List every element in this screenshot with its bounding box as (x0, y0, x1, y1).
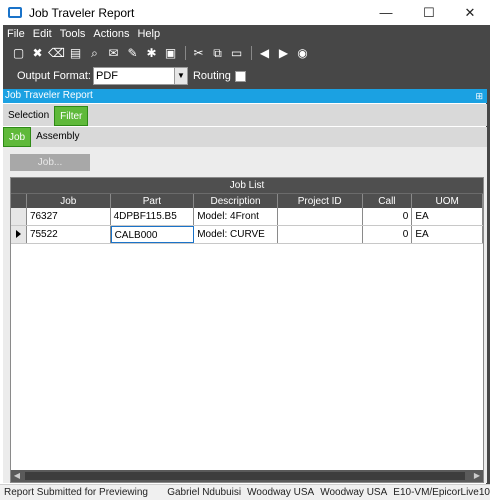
sub-tabs: Job Assembly (3, 127, 487, 147)
attach-icon[interactable]: ✎ (124, 45, 141, 61)
grid-caption: Job List (11, 178, 483, 193)
output-format-select[interactable]: PDF ▼ (92, 67, 188, 85)
routing-label: Routing (192, 70, 231, 82)
tab-assembly[interactable]: Assembly (31, 127, 84, 147)
panel-title: Job Traveler Report (5, 90, 93, 101)
row-selector[interactable] (11, 226, 27, 243)
output-format-label: Output Format: (17, 70, 91, 82)
print-preview-icon[interactable]: ⌕ (86, 45, 103, 61)
scrollbar-thumb[interactable] (25, 472, 465, 480)
copy-icon[interactable]: ⧉ (209, 45, 226, 61)
current-row-icon (16, 230, 21, 238)
panel-header: Job Traveler Report ⊞ (3, 89, 487, 103)
clear-icon[interactable]: ⌫ (48, 45, 65, 61)
status-site: Woodway USA (320, 487, 388, 498)
column-header-uom[interactable]: UOM (412, 194, 483, 208)
toolbar-separator (185, 46, 186, 60)
menu-bar: File Edit Tools Actions Help (3, 26, 164, 42)
routing-checkbox[interactable] (234, 70, 246, 82)
output-format-value: PDF (95, 70, 118, 82)
menu-tools[interactable]: Tools (56, 26, 90, 42)
delete-icon[interactable]: ✖ (29, 45, 46, 61)
cut-icon[interactable]: ✂ (190, 45, 207, 61)
cell-job[interactable]: 76327 (27, 208, 111, 225)
status-bar: Report Submitted for Previewing Gabriel … (0, 484, 490, 500)
pin-icon[interactable]: ⊞ (475, 89, 483, 103)
tab-filter[interactable]: Filter (54, 106, 89, 126)
cell-call[interactable]: 0 (363, 226, 413, 243)
cell-part[interactable]: 4DPBF115.B5 (111, 208, 195, 225)
scroll-right-icon[interactable]: ▶ (471, 470, 483, 482)
title-bar: Job Traveler Report — ☐ ✕ (0, 0, 490, 25)
screen-icon[interactable]: ▣ (162, 45, 179, 61)
job-list-grid: Job List Job Part Description Project ID… (10, 177, 484, 483)
print-icon[interactable]: ▤ (67, 45, 84, 61)
row-selector-header (11, 194, 27, 208)
column-header-call[interactable]: Call (363, 194, 413, 208)
cell-call[interactable]: 0 (363, 208, 413, 225)
grid-header: Job Part Description Project ID Call UOM (11, 193, 483, 208)
scroll-left-icon[interactable]: ◀ (11, 470, 23, 482)
window-title: Job Traveler Report (29, 5, 135, 20)
forward-icon[interactable]: ▶ (275, 45, 292, 61)
menu-file[interactable]: File (3, 26, 29, 42)
home-icon[interactable]: ◉ (294, 45, 311, 61)
tools-icon[interactable]: ✱ (143, 45, 160, 61)
table-row[interactable]: 76327 4DPBF115.B5 Model: 4Front 0 EA (11, 208, 483, 226)
toolbar-separator (251, 46, 252, 60)
paste-icon[interactable]: ▭ (228, 45, 245, 61)
close-button[interactable]: ✕ (450, 0, 490, 25)
cell-description[interactable]: Model: 4Front (194, 208, 278, 225)
status-company: Woodway USA (247, 487, 315, 498)
column-header-project-id[interactable]: Project ID (278, 194, 363, 208)
cell-part[interactable]: CALB000 (110, 226, 195, 243)
cell-description[interactable]: Model: CURVE (194, 226, 278, 243)
horizontal-scrollbar[interactable]: ◀ ▶ (11, 470, 483, 482)
minimize-button[interactable]: — (366, 0, 406, 25)
main-tabs: Selection Filter (3, 104, 487, 126)
row-selector[interactable] (11, 208, 27, 225)
toolbar: ▢ ✖ ⌫ ▤ ⌕ ✉ ✎ ✱ ▣ ✂ ⧉ ▭ ◀ ▶ ◉ (10, 44, 313, 62)
report-window: Job Traveler Report — ☐ ✕ File Edit Tool… (0, 0, 490, 500)
status-user: Gabriel Ndubuisi (167, 487, 242, 498)
tab-job[interactable]: Job (3, 127, 32, 147)
maximize-button[interactable]: ☐ (409, 0, 449, 25)
column-header-description[interactable]: Description (194, 194, 278, 208)
back-icon[interactable]: ◀ (256, 45, 273, 61)
menu-help[interactable]: Help (133, 26, 164, 42)
cell-job[interactable]: 75522 (27, 226, 111, 243)
cell-project-id[interactable] (278, 208, 363, 225)
output-format-row: Output Format: PDF ▼ Routing (3, 65, 246, 87)
cell-project-id[interactable] (278, 226, 363, 243)
cell-uom[interactable]: EA (412, 208, 483, 225)
chevron-down-icon[interactable]: ▼ (173, 68, 187, 84)
app-icon (8, 7, 22, 18)
job-button[interactable]: Job... (10, 154, 90, 171)
menu-edit[interactable]: Edit (29, 26, 56, 42)
send-icon[interactable]: ✉ (105, 45, 122, 61)
cell-uom[interactable]: EA (412, 226, 483, 243)
column-header-job[interactable]: Job (27, 194, 111, 208)
column-header-part[interactable]: Part (111, 194, 195, 208)
menu-actions[interactable]: Actions (89, 26, 133, 42)
table-row[interactable]: 75522 CALB000 Model: CURVE 0 EA (11, 226, 483, 244)
status-server: E10-VM/EpicorLive10 (393, 487, 490, 498)
tab-selection[interactable]: Selection (3, 106, 54, 126)
new-icon[interactable]: ▢ (10, 45, 27, 61)
status-message: Report Submitted for Previewing (4, 487, 148, 498)
